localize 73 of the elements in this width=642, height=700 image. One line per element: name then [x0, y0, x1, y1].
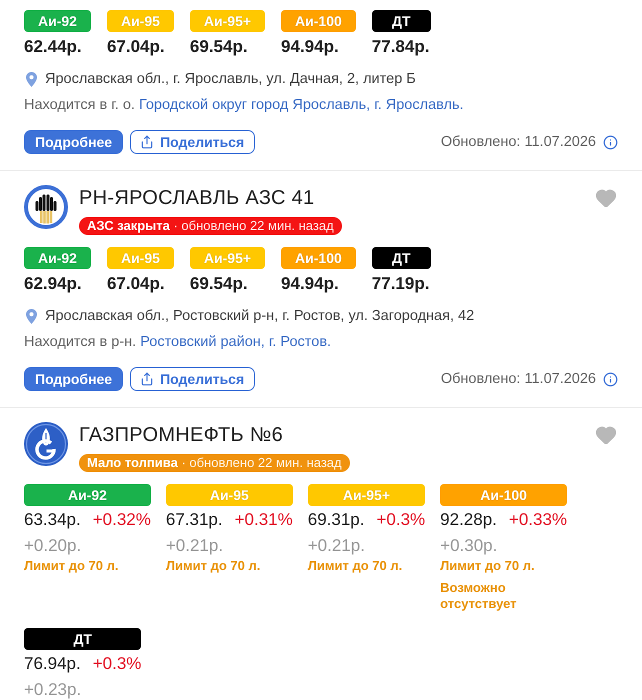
price-change-percent: +0.31% [234, 509, 293, 531]
fuel-grade-badge: Аи-95+ [190, 10, 266, 32]
fuel-price: 76.94р. [24, 653, 81, 675]
fuel-grade-badge: Аи-95+ [190, 247, 266, 269]
details-button[interactable]: Подробнее [24, 130, 124, 154]
location-note: Находится в г. о. Городской округ город Ярославль, г. Ярославль. [24, 96, 464, 115]
share-icon [140, 135, 154, 149]
area-link[interactable]: Городской округ город Ярославль, [138, 97, 370, 113]
fuel-price: 62.44р. [24, 36, 82, 58]
area-link[interactable]: Ростовский район, [140, 334, 265, 350]
price-change-amount: +0.23р. [24, 679, 82, 700]
fuel-price: 69.54р. [190, 273, 248, 295]
fuel-grade-badge: Аи-95 [106, 247, 174, 269]
fuel-price: 67.04р. [106, 273, 165, 295]
updated-date-text: Обновлено: 11.07.2026 [440, 371, 596, 387]
price-change-amount: +0.21р. [308, 535, 366, 557]
fuel-price: 77.19р. [372, 273, 430, 295]
station-name: ГАЗПРОМНЕФТЬ №6 [79, 423, 284, 447]
fuel-price: 77.84р. [372, 36, 430, 58]
heart-icon [595, 187, 617, 209]
info-icon[interactable] [603, 134, 618, 150]
share-button[interactable]: Поделиться [130, 130, 256, 154]
derrick-logo-icon [24, 185, 68, 229]
fuel-grade-badge: Аи-100 [281, 10, 356, 32]
fuel-price: 67.31р. [166, 509, 223, 531]
fuel-grade-badge: Аи-95+ [308, 484, 426, 506]
fuel-note: Лимит до 70 л. [166, 558, 262, 574]
map-pin-icon [26, 72, 37, 86]
fuel-price: 67.04р. [106, 36, 165, 58]
info-icon[interactable] [603, 372, 618, 386]
fuel-grade-badge: ДТ [372, 247, 431, 269]
fuel-grade-badge: Аи-100 [281, 247, 356, 269]
fuel-note: Лимит до 70 л. [440, 558, 536, 574]
area-link[interactable]: г. Ростов. [268, 334, 332, 350]
price-change-amount: +0.30р. [440, 535, 498, 557]
fuel-grade-badge: Аи-92 [24, 10, 91, 32]
fuel-grade-badge: Аи-100 [440, 484, 568, 506]
status-badge: АЗС закрыта · обновлено 22 мин. назад [79, 217, 342, 235]
fuel-price: 62.94р. [24, 273, 82, 295]
address-text: Ярославская обл., Ростовский р-н, г. Ростов, ул. Загородная, 42 [45, 307, 474, 326]
heart-icon [595, 424, 617, 446]
fuel-grade-badge: Аи-92 [24, 247, 91, 269]
address-text: Ярославская обл., г. Ярославль, ул. Дачная, 2, литер Б [45, 70, 416, 89]
flame-logo-icon [24, 422, 68, 466]
price-change-amount: +0.20р. [24, 535, 82, 557]
map-pin-icon [26, 308, 37, 324]
fuel-price: 94.94р. [281, 273, 339, 295]
fuel-note: Лимит до 70 л. [24, 558, 120, 574]
price-change-percent: +0.3% [376, 509, 426, 531]
fuel-grade-badge: Аи-95 [166, 484, 293, 506]
fuel-price: 63.34р. [24, 509, 81, 531]
fuel-price: 69.31р. [308, 509, 364, 531]
fuel-price: 69.54р. [190, 36, 248, 58]
updated-date-text: Обновлено: 11.07.2026 [440, 134, 596, 150]
details-button[interactable]: Подробнее [24, 367, 124, 391]
share-button[interactable]: Поделиться [130, 367, 256, 391]
fuel-grade-badge: Аи-95 [106, 10, 174, 32]
fuel-grade-badge: Аи-92 [24, 484, 151, 506]
fuel-note: Лимит до 70 л. [308, 558, 404, 574]
price-change-percent: +0.33% [508, 509, 568, 531]
fuel-grade-badge: ДТ [24, 628, 142, 650]
fuel-price: 92.28р. [440, 509, 497, 531]
station-name: РН-ЯРОСЛАВЛЬ АЗС 41 [79, 186, 314, 210]
area-link[interactable]: г. Ярославль. [374, 97, 464, 113]
location-note: Находится в р-н. Ростовский район, г. Ростов. [24, 333, 332, 352]
price-change-percent: +0.3% [92, 653, 142, 675]
price-change-amount: +0.21р. [166, 535, 224, 557]
share-icon [140, 372, 154, 386]
fuel-note: Возможно отсутствует [440, 580, 518, 612]
price-change-percent: +0.32% [92, 509, 151, 531]
status-badge: Мало толпива · обновлено 22 мин. назад [79, 454, 350, 472]
fuel-price: 94.94р. [281, 36, 339, 58]
fuel-grade-badge: ДТ [372, 10, 431, 32]
